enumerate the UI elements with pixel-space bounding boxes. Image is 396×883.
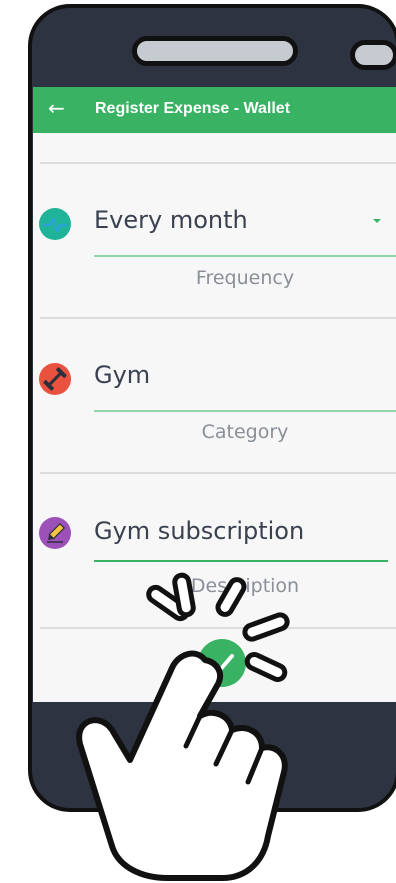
tap-hand-icon bbox=[76, 572, 290, 881]
